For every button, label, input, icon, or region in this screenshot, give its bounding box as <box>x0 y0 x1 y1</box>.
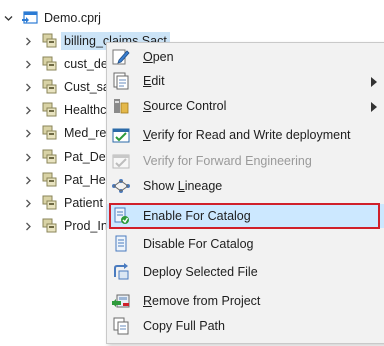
tree-item-label: cust_de <box>64 57 108 71</box>
project-icon <box>21 10 39 26</box>
model-file-icon <box>41 56 59 72</box>
context-menu: Open Edit Source Control Verify for Read… <box>106 42 384 344</box>
tree-item-row[interactable]: Prod_In <box>24 214 108 238</box>
menu-item-label: Verify for Forward Engineering <box>143 154 312 168</box>
menu-item-disable-for-catalog[interactable]: Disable For Catalog <box>107 232 384 256</box>
menu-item-label: Copy Full Path <box>143 319 225 333</box>
menu-item-label: Disable For Catalog <box>143 237 254 251</box>
menu-item-copy-full-path[interactable]: Copy Full Path <box>107 314 384 338</box>
remove-icon <box>111 292 131 310</box>
menu-item-label: Remove from Project <box>143 294 261 308</box>
chevron-right-icon[interactable] <box>24 153 33 162</box>
verify-check-icon <box>111 126 131 144</box>
menu-item-verify-forward-engineering: Verify for Forward Engineering <box>107 149 384 173</box>
tree-item-row[interactable]: Cust_sa <box>24 75 110 99</box>
tree-root-label: Demo.cprj <box>44 11 101 25</box>
lineage-icon <box>111 177 131 195</box>
model-file-icon <box>41 149 59 165</box>
chevron-right-icon[interactable] <box>24 83 33 92</box>
submenu-arrow-icon <box>371 76 377 87</box>
menu-item-label: Edit <box>143 74 165 88</box>
menu-item-show-lineage[interactable]: Show Lineage <box>107 174 384 198</box>
menu-item-label: Source Control <box>143 99 227 113</box>
model-file-icon <box>41 102 59 118</box>
tree-item-row[interactable]: Patient <box>24 191 103 215</box>
tree-item-row[interactable]: Pat_He <box>24 168 106 192</box>
tree-item-label: Prod_In <box>64 219 108 233</box>
menu-item-label: Open <box>143 50 174 64</box>
model-file-icon <box>41 125 59 141</box>
verify-check-disabled-icon <box>111 152 131 170</box>
model-file-icon <box>41 195 59 211</box>
menu-item-open[interactable]: Open <box>107 45 384 69</box>
model-file-icon <box>41 172 59 188</box>
tree-item-row[interactable]: Med_re <box>24 121 106 145</box>
tree-item-row[interactable]: cust_de <box>24 52 108 76</box>
highlight-frame <box>109 203 380 229</box>
submenu-arrow-icon <box>371 101 377 112</box>
chevron-right-icon[interactable] <box>24 222 33 231</box>
model-file-icon <box>41 33 59 49</box>
chevron-right-icon[interactable] <box>24 199 33 208</box>
menu-item-deploy-selected-file[interactable]: Deploy Selected File <box>107 260 384 284</box>
tree-item-label: Healthc <box>64 103 107 117</box>
menu-item-label: Deploy Selected File <box>143 265 258 279</box>
menu-item-label: Verify for Read and Write deployment <box>143 128 351 142</box>
model-file-icon <box>41 218 59 234</box>
chevron-down-icon[interactable] <box>4 14 13 23</box>
tree-item-label: Patient <box>64 196 103 210</box>
edit-pencil-icon <box>111 48 131 66</box>
tree-item-row[interactable]: Pat_Det <box>24 145 109 169</box>
catalog-disable-icon <box>111 235 131 253</box>
model-file-icon <box>41 79 59 95</box>
deploy-icon <box>111 263 131 281</box>
menu-item-label: Show Lineage <box>143 179 223 193</box>
tree-item-label: Cust_sa <box>64 80 110 94</box>
chevron-right-icon[interactable] <box>24 60 33 69</box>
menu-item-edit[interactable]: Edit <box>107 69 384 93</box>
chevron-right-icon[interactable] <box>24 176 33 185</box>
document-icon <box>111 72 131 90</box>
tree-item-label: Med_re <box>64 126 107 140</box>
menu-item-verify-read-write[interactable]: Verify for Read and Write deployment <box>107 123 384 147</box>
tree-item-row[interactable]: Healthc <box>24 98 106 122</box>
chevron-right-icon[interactable] <box>24 106 33 115</box>
tree-root-row[interactable]: Demo.cprj <box>4 6 101 30</box>
source-control-icon <box>111 97 131 115</box>
menu-item-source-control[interactable]: Source Control <box>107 94 384 118</box>
tree-item-label: Pat_Det <box>64 150 110 164</box>
menu-item-remove-from-project[interactable]: Remove from Project <box>107 289 384 313</box>
chevron-right-icon[interactable] <box>24 129 33 138</box>
chevron-right-icon[interactable] <box>24 37 33 46</box>
tree-item-label: Pat_He <box>64 173 106 187</box>
copy-icon <box>111 317 131 335</box>
